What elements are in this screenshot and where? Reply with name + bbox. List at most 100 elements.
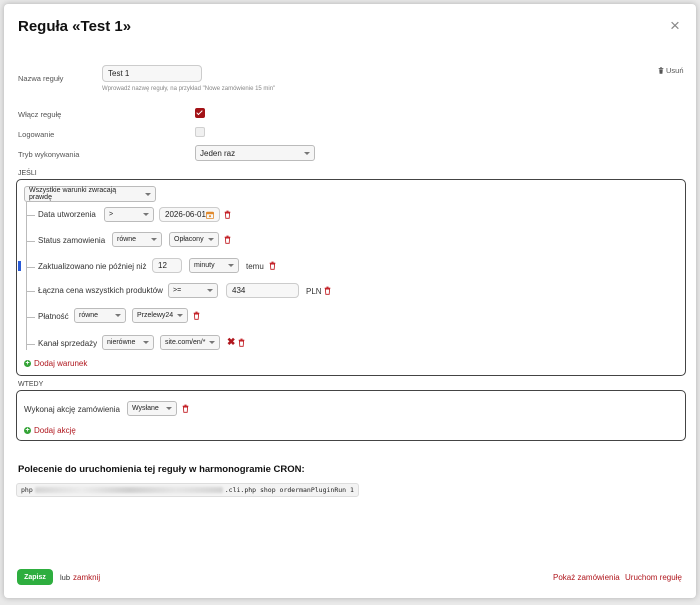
op-value: równe xyxy=(117,236,137,243)
tree-tick xyxy=(27,344,35,345)
condition-op-select[interactable]: >= xyxy=(168,283,218,298)
chevron-down-icon xyxy=(166,407,172,410)
match-select[interactable]: Wszystkie warunki zwracają prawdę xyxy=(24,186,156,202)
delete-rule-button[interactable]: Usuń xyxy=(658,66,684,75)
conditions-tree-line xyxy=(26,202,27,350)
minutes-input[interactable]: 12 xyxy=(152,258,182,273)
status-select[interactable]: Opłacony xyxy=(169,232,219,247)
tree-tick xyxy=(27,267,35,268)
action-value: Wysłane xyxy=(132,405,159,412)
condition-label: Data utworzenia xyxy=(38,210,96,219)
condition-label: Status zamowienia xyxy=(38,236,106,245)
cron-command[interactable]: php .cli.php shop ordermanPluginRun 1 xyxy=(16,483,359,497)
tree-tick xyxy=(27,291,35,292)
chevron-down-icon xyxy=(208,238,214,241)
plus-icon: + xyxy=(24,360,31,367)
add-condition-label: Dodaj warunek xyxy=(34,359,88,368)
unit-value: minuty xyxy=(194,262,215,269)
match-value: Wszystkie warunki zwracają prawdę xyxy=(29,187,117,201)
enable-label: Włącz regułę xyxy=(18,110,62,119)
plus-icon: + xyxy=(24,427,31,434)
calendar-icon[interactable] xyxy=(206,211,214,219)
chevron-down-icon xyxy=(228,264,234,267)
channel-value: site.com/en/* xyxy=(165,339,206,346)
condition-label: Płatność xyxy=(38,312,69,321)
mode-value: Jeden raz xyxy=(200,148,236,158)
close-icon[interactable]: × xyxy=(670,16,680,36)
chevron-down-icon xyxy=(143,341,149,344)
clear-icon[interactable]: ✖ xyxy=(227,337,235,348)
trash-icon xyxy=(658,67,664,74)
enable-checkbox[interactable] xyxy=(195,108,205,118)
date-value: 2026-06-01 xyxy=(165,210,206,219)
name-value: Test 1 xyxy=(108,69,130,78)
condition-op-select[interactable]: równe xyxy=(112,232,162,247)
mode-select[interactable]: Jeden raz xyxy=(195,145,315,161)
name-label: Nazwa reguły xyxy=(18,74,64,83)
op-value: równe xyxy=(79,312,99,319)
cron-title: Polecenie do uruchomienia tej reguły w h… xyxy=(18,464,305,475)
unit-select[interactable]: minuty xyxy=(189,258,239,273)
status-value: Opłacony xyxy=(174,236,204,243)
action-select[interactable]: Wysłane xyxy=(127,401,177,416)
trash-icon[interactable] xyxy=(238,338,245,347)
payment-select[interactable]: Przelewy24 xyxy=(132,308,188,323)
trash-icon[interactable] xyxy=(324,286,331,295)
op-value: >= xyxy=(173,287,182,294)
date-input[interactable]: 2026-06-01 xyxy=(159,207,220,222)
name-input[interactable]: Test 1 xyxy=(102,65,202,82)
trash-icon[interactable] xyxy=(224,210,231,219)
trash-icon[interactable] xyxy=(269,261,276,270)
add-action-button[interactable]: + Dodaj akcję xyxy=(24,426,76,435)
price-value: 434 xyxy=(232,286,246,295)
price-input[interactable]: 434 xyxy=(226,283,299,298)
mode-label: Tryb wykonywania xyxy=(18,150,80,159)
if-section-label: JEŚLI xyxy=(18,170,37,177)
chevron-down-icon xyxy=(145,192,151,196)
action-label: Wykonaj akcję zamówienia xyxy=(24,405,120,414)
chevron-down-icon xyxy=(115,314,121,317)
cron-cmd-prefix: php xyxy=(21,486,33,494)
add-condition-button[interactable]: + Dodaj warunek xyxy=(24,359,87,368)
save-button[interactable]: Zapisz xyxy=(17,569,53,585)
name-hint: Wprowadź nazwę reguły, na przykład "Nowe… xyxy=(102,86,276,92)
condition-op-select[interactable]: > xyxy=(104,207,154,222)
then-actions-box xyxy=(16,390,686,441)
trash-icon[interactable] xyxy=(182,404,189,413)
add-action-label: Dodaj akcję xyxy=(34,426,76,435)
tree-tick xyxy=(27,317,35,318)
then-section-label: WTEDY xyxy=(18,381,44,388)
logging-label: Logowanie xyxy=(18,130,55,139)
condition-op-select[interactable]: nierówne xyxy=(102,335,154,350)
delete-label: Usuń xyxy=(666,66,684,75)
minutes-value: 12 xyxy=(158,261,167,270)
chevron-down-icon xyxy=(177,314,184,317)
chevron-down-icon xyxy=(143,213,149,216)
ago-label: temu xyxy=(246,262,264,271)
condition-op-select[interactable]: równe xyxy=(74,308,126,323)
rule-modal: Reguła «Test 1» × Usuń Nazwa reguły Test… xyxy=(4,4,696,598)
chevron-down-icon xyxy=(151,238,157,241)
or-label: lub xyxy=(60,573,71,582)
modal-title: Reguła «Test 1» xyxy=(18,18,132,35)
op-value: > xyxy=(109,211,114,218)
blurred-path xyxy=(34,487,223,493)
drag-handle[interactable] xyxy=(18,261,21,271)
condition-label: Łączna cena wszystkich produktów xyxy=(38,286,163,295)
trash-icon[interactable] xyxy=(193,311,200,320)
condition-label: Kanał sprzedaży xyxy=(38,339,98,348)
tree-tick xyxy=(27,215,35,216)
show-orders-link[interactable]: Pokaż zamówienia xyxy=(553,573,620,582)
run-rule-link[interactable]: Uruchom regułę xyxy=(625,573,682,582)
condition-label: Zaktualizowano nie później niż xyxy=(38,262,147,271)
cron-cmd-suffix: .cli.php shop ordermanPluginRun 1 xyxy=(224,486,354,494)
tree-tick xyxy=(27,241,35,242)
chevron-down-icon xyxy=(209,341,216,344)
trash-icon[interactable] xyxy=(224,235,231,244)
logging-checkbox[interactable] xyxy=(195,127,205,137)
close-link[interactable]: zamknij xyxy=(73,573,100,582)
chevron-down-icon xyxy=(304,151,310,155)
channel-select[interactable]: site.com/en/* xyxy=(160,335,220,350)
op-value: nierówne xyxy=(107,339,136,346)
chevron-down-icon xyxy=(207,289,213,292)
